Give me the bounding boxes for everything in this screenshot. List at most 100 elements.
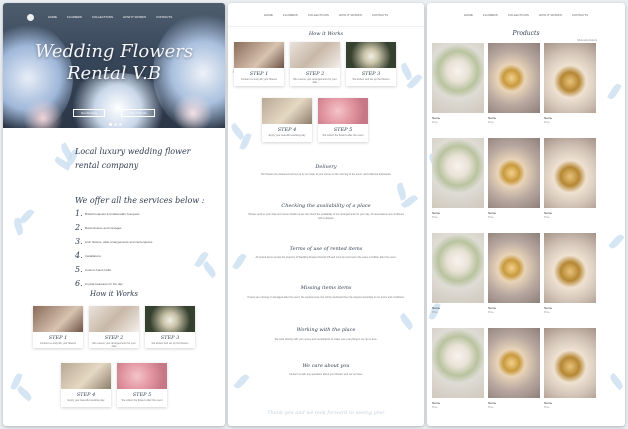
product-name[interactable]: Name <box>488 211 540 215</box>
product-price: Price <box>488 406 494 409</box>
product-name[interactable]: Name <box>544 401 596 405</box>
step-card-3: STEP 3 We deliver and set up the flowers <box>145 306 195 348</box>
delivery-title: Delivery <box>315 164 337 170</box>
product-name[interactable]: Name <box>432 401 484 405</box>
product-image[interactable] <box>432 328 484 398</box>
delivery-text: Our flowers are delivered and set up by … <box>260 173 392 176</box>
product-price: Price <box>432 121 438 124</box>
list-item: 4. Installations <box>75 251 101 260</box>
nav-item-flowers[interactable]: Flowers <box>67 15 82 19</box>
product-card[interactable]: Name Price <box>432 328 484 409</box>
nav-item-contacts[interactable]: Contacts <box>572 13 588 17</box>
top-nav: Home Flowers Collections How it works Co… <box>427 3 625 27</box>
product-card[interactable]: Name Price <box>432 233 484 314</box>
product-price: Price <box>488 216 494 219</box>
product-name[interactable]: Name <box>488 401 540 405</box>
how-it-works-title: How it Works <box>90 290 138 298</box>
product-image[interactable] <box>488 138 540 208</box>
services-list: 1. Bridal bouquets & bridesmaids' bouquet… <box>75 210 185 294</box>
product-image[interactable] <box>488 328 540 398</box>
nav-item-collections[interactable]: Collections <box>92 15 113 19</box>
step-card-4: STEP 4 Enjoy your beautiful wedding day <box>262 98 312 142</box>
step-card-3: STEP 3 We deliver and set up the flowers <box>346 42 396 86</box>
product-image[interactable] <box>432 233 484 303</box>
product-name[interactable]: Name <box>544 211 596 215</box>
product-name[interactable]: Name <box>544 116 596 120</box>
how-it-works-button[interactable]: How it Works <box>121 109 155 117</box>
product-name[interactable]: Name <box>432 306 484 310</box>
terms-text: All rented items remain the property of … <box>255 256 397 259</box>
hero-title: Wedding Flowers Rental V.B <box>34 41 194 84</box>
logo-icon[interactable] <box>27 13 34 21</box>
product-price: Price <box>432 406 438 409</box>
products-title: Products <box>512 30 540 37</box>
nav-item-how-it-works[interactable]: How it works <box>339 13 362 17</box>
product-image[interactable] <box>544 138 596 208</box>
how-it-works-title: How it Works <box>308 31 344 37</box>
nav-item-collections[interactable]: Collections <box>308 13 329 17</box>
step-card-5: STEP 5 We collect the flowers after the … <box>318 98 368 142</box>
product-image[interactable] <box>488 43 540 113</box>
availability-text: Please send us your date and venue detai… <box>248 213 404 220</box>
step-card-1: STEP 1 Contact us and pick your flowers <box>33 306 83 348</box>
nav-item-collections[interactable]: Collections <box>508 13 529 17</box>
product-price: Price <box>544 406 550 409</box>
product-price: Price <box>488 311 494 314</box>
product-card[interactable]: Name Price <box>432 138 484 219</box>
product-card[interactable]: Name Price <box>544 233 596 314</box>
product-price: Price <box>432 311 438 314</box>
product-name[interactable]: Name <box>488 306 540 310</box>
product-image[interactable] <box>544 43 596 113</box>
hero-carousel-dots[interactable] <box>109 123 122 126</box>
list-item: 6. Crystal treasures for the day <box>75 279 123 288</box>
product-price: Price <box>544 121 550 124</box>
nav-item-home[interactable]: Home <box>464 13 473 17</box>
product-card[interactable]: Name Price <box>488 328 540 409</box>
product-card[interactable]: Name Price <box>432 43 484 124</box>
product-card[interactable]: Name Price <box>488 43 540 124</box>
product-card[interactable]: Name Price <box>488 138 540 219</box>
product-image[interactable] <box>432 138 484 208</box>
products-page-preview: Home Flowers Collections How it works Co… <box>427 3 625 426</box>
missing-items-title: Missing items items <box>300 285 352 291</box>
list-item: 5. Custom hand crafts <box>75 265 112 274</box>
product-card[interactable]: Name Price <box>544 138 596 219</box>
our-flowers-button[interactable]: Our Flowers <box>73 109 105 117</box>
care-text: Contact us with any questions about your… <box>288 373 364 376</box>
product-card[interactable]: Name Price <box>544 328 596 409</box>
terms-title: Terms of use of rented items <box>289 246 363 252</box>
product-price: Price <box>544 216 550 219</box>
step-card-4: STEP 4 Enjoy your beautiful wedding day <box>61 363 111 407</box>
nav-item-flowers[interactable]: Flowers <box>483 13 498 17</box>
product-name[interactable]: Name <box>544 306 596 310</box>
list-item: 2. Boutonnieres and corsages <box>75 223 122 232</box>
services-title: We offer all the services below : <box>75 196 205 205</box>
show-all-products-link[interactable]: Show all products <box>577 39 597 42</box>
product-image[interactable] <box>544 233 596 303</box>
company-tagline: Local luxury wedding flower rental compa… <box>75 147 191 170</box>
missing-items-text: If items are missing or damaged after th… <box>247 296 405 299</box>
top-nav: Home Flowers Collections How it works Co… <box>228 3 424 27</box>
product-image[interactable] <box>432 43 484 113</box>
product-image[interactable] <box>544 328 596 398</box>
hero-section: Home Flowers Collections How it works Co… <box>3 3 225 128</box>
nav-item-how-it-works[interactable]: How it works <box>123 15 146 19</box>
nav-item-contacts[interactable]: Contacts <box>156 15 172 19</box>
product-card[interactable]: Name Price <box>488 233 540 314</box>
product-name[interactable]: Name <box>432 116 484 120</box>
list-item: 3. Arch flowers, aisle arrangements and c… <box>75 237 153 246</box>
nav-item-home[interactable]: Home <box>48 15 57 19</box>
nav-item-how-it-works[interactable]: How it works <box>539 13 562 17</box>
nav-item-contacts[interactable]: Contacts <box>372 13 388 17</box>
step-card-2: STEP 2 We reserve your arrangements for … <box>89 306 139 348</box>
nav-item-flowers[interactable]: Flowers <box>283 13 298 17</box>
product-image[interactable] <box>488 233 540 303</box>
nav-item-home[interactable]: Home <box>264 13 273 17</box>
info-page-preview: Home Flowers Collections How it works Co… <box>228 3 424 426</box>
list-item: 1. Bridal bouquets & bridesmaids' bouquet… <box>75 209 140 218</box>
step-card-5: STEP 5 We collect the flowers after the … <box>117 363 167 407</box>
product-name[interactable]: Name <box>432 211 484 215</box>
top-nav: Home Flowers Collections How it works Co… <box>3 3 225 31</box>
product-card[interactable]: Name Price <box>544 43 596 124</box>
product-name[interactable]: Name <box>488 116 540 120</box>
